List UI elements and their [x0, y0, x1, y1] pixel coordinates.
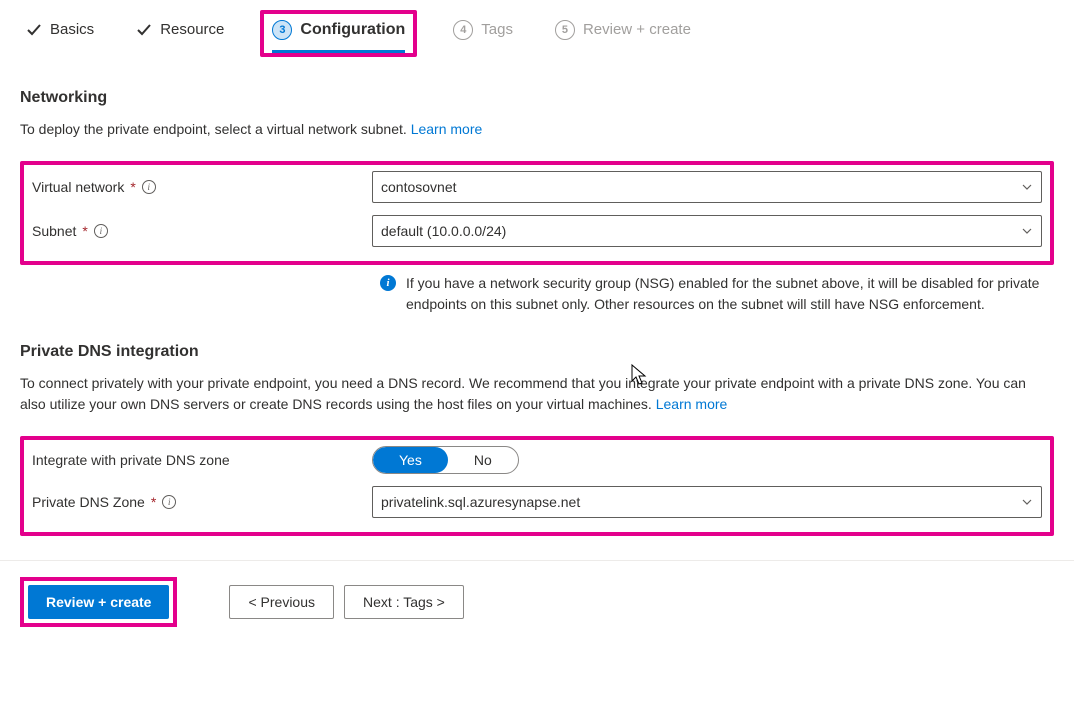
tab-basics[interactable]: Basics	[20, 17, 100, 50]
learn-more-link[interactable]: Learn more	[411, 121, 483, 137]
networking-fields-highlight: Virtual network * i contosovnet Subnet *…	[20, 161, 1054, 265]
networking-heading: Networking	[20, 89, 1054, 107]
review-create-button[interactable]: Review + create	[28, 585, 169, 619]
step-number: 4	[453, 20, 473, 40]
tab-label: Configuration	[300, 21, 405, 39]
vnet-dropdown[interactable]: contosovnet	[372, 171, 1042, 203]
tab-label: Review + create	[583, 21, 691, 38]
tab-configuration[interactable]: 3 Configuration	[260, 10, 417, 57]
nsg-info-note: i If you have a network security group (…	[380, 273, 1054, 315]
vnet-label: Virtual network * i	[32, 179, 372, 195]
subnet-dropdown[interactable]: default (10.0.0.0/24)	[372, 215, 1042, 247]
check-icon	[136, 22, 152, 38]
info-icon[interactable]: i	[162, 495, 176, 509]
tab-resource[interactable]: Resource	[130, 17, 230, 50]
tab-tags[interactable]: 4 Tags	[447, 16, 519, 52]
check-icon	[26, 22, 42, 38]
integrate-toggle[interactable]: Yes No	[372, 446, 519, 474]
required-asterisk: *	[82, 223, 87, 239]
info-icon[interactable]: i	[94, 224, 108, 238]
tab-label: Basics	[50, 21, 94, 38]
tab-label: Tags	[481, 21, 513, 38]
dns-desc: To connect privately with your private e…	[20, 373, 1054, 414]
networking-desc: To deploy the private endpoint, select a…	[20, 119, 1054, 139]
required-asterisk: *	[151, 494, 156, 510]
chevron-down-icon	[1021, 181, 1033, 193]
dns-heading: Private DNS integration	[20, 343, 1054, 361]
tab-label: Resource	[160, 21, 224, 38]
dns-zone-label: Private DNS Zone * i	[32, 494, 372, 510]
step-number: 3	[272, 20, 292, 40]
chevron-down-icon	[1021, 225, 1033, 237]
toggle-no[interactable]: No	[448, 447, 518, 473]
required-asterisk: *	[130, 179, 135, 195]
chevron-down-icon	[1021, 496, 1033, 508]
review-create-highlight: Review + create	[20, 577, 177, 627]
learn-more-link[interactable]: Learn more	[656, 396, 728, 412]
dns-zone-dropdown[interactable]: privatelink.sql.azuresynapse.net	[372, 486, 1042, 518]
footer-bar: Review + create < Previous Next : Tags >	[0, 560, 1074, 643]
dns-fields-highlight: Integrate with private DNS zone Yes No P…	[20, 436, 1054, 536]
wizard-tabs: Basics Resource 3 Configuration 4 Tags 5…	[20, 10, 1054, 65]
previous-button[interactable]: < Previous	[229, 585, 334, 619]
integrate-label: Integrate with private DNS zone	[32, 452, 372, 468]
step-number: 5	[555, 20, 575, 40]
next-button[interactable]: Next : Tags >	[344, 585, 464, 619]
info-icon[interactable]: i	[142, 180, 156, 194]
tab-review[interactable]: 5 Review + create	[549, 16, 697, 52]
subnet-label: Subnet * i	[32, 223, 372, 239]
toggle-yes[interactable]: Yes	[373, 447, 448, 473]
info-note-icon: i	[380, 275, 396, 291]
